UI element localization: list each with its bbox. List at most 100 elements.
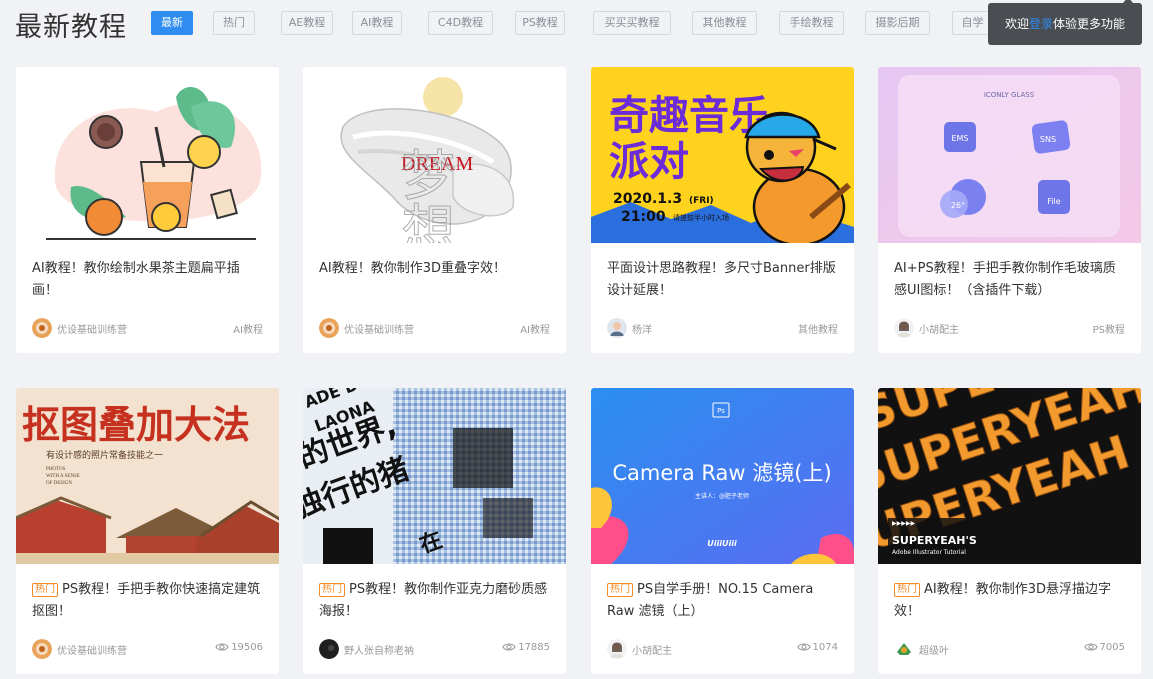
thumb-logo: UiiiUiii <box>707 539 737 548</box>
card-title[interactable]: 热门 AI教程！教你制作3D悬浮描边字效！ <box>894 579 1126 623</box>
thumb-sub: 有设计感的照片常备技能之一 <box>46 449 163 461</box>
author-name[interactable]: 优设基础训练营 <box>57 321 127 336</box>
view-count: 19506 <box>215 642 263 653</box>
card-title[interactable]: AI教程！教你制作3D重叠字效！ <box>319 258 551 302</box>
login-tip-suffix: 体验更多功能 <box>1053 17 1126 31</box>
login-tip-prefix: 欢迎 <box>1004 17 1029 31</box>
avatar[interactable] <box>32 318 52 338</box>
card-title-text[interactable]: PS教程！手把手教你快速搞定建筑抠图！ <box>32 582 260 619</box>
card-title[interactable]: 平面设计思路教程！多尺寸Banner排版设计延展！ <box>607 258 839 302</box>
hot-badge: 热门 <box>32 583 58 597</box>
tab-maimaimai[interactable]: 买买买教程 <box>593 11 671 35</box>
thumb-day: (FRI) <box>689 196 714 206</box>
thumb-note: 请提前半小时入场 <box>673 213 729 222</box>
thumb-headline: Camera Raw 滤镜(上) <box>612 461 831 485</box>
card-thumbnail[interactable]: ICONLY GLASS EMS SNS 26° File <box>878 67 1141 243</box>
card-thumbnail[interactable]: 奇趣音乐 派对 2020.1.3 (FRI) 21:00 请提前半小时入场 <box>591 67 854 243</box>
tutorial-card[interactable]: 奇趣音乐 派对 2020.1.3 (FRI) 21:00 请提前半小时入场 平面… <box>591 67 854 353</box>
thumb-en-3: OF DESIGN <box>46 481 72 486</box>
thumb-line1: 奇趣音乐 <box>609 93 769 139</box>
avatar[interactable] <box>32 639 52 659</box>
category-label[interactable]: 其他教程 <box>798 321 838 336</box>
avatar[interactable] <box>607 318 627 338</box>
author-name[interactable]: 小胡配主 <box>632 642 672 657</box>
tab-other[interactable]: 其他教程 <box>692 11 757 35</box>
tab-ae[interactable]: AE教程 <box>281 11 333 35</box>
tab-handdrawn[interactable]: 手绘教程 <box>779 11 844 35</box>
card-title[interactable]: AI教程！教你绘制水果茶主题扁平插画！ <box>32 258 264 302</box>
thumb-en-1: PHOTOS <box>46 467 66 472</box>
login-tooltip: 欢迎登录体验更多功能 <box>988 3 1142 45</box>
tutorial-card[interactable]: SUPERYEAH SUPERYEAH SUPERYEAH ▶▶▶▶▶ SUPE… <box>878 388 1141 674</box>
category-label[interactable]: PS教程 <box>1093 321 1125 336</box>
card-title-text[interactable]: PS教程！教你制作亚克力磨砂质感海报！ <box>319 582 547 619</box>
card-title-text[interactable]: AI教程！教你制作3D悬浮描边字效！ <box>894 582 1111 619</box>
view-count-value: 17885 <box>518 642 550 653</box>
eye-icon <box>1083 643 1098 651</box>
thumb-host: 主讲人：@肥子老师 <box>695 492 749 500</box>
page-title: 最新教程 <box>15 12 127 43</box>
tab-latest[interactable]: 最新 <box>151 11 193 35</box>
tutorial-card[interactable]: AI教程！教你绘制水果茶主题扁平插画！ 优设基础训练营 AI教程 <box>16 67 279 353</box>
tab-self-study[interactable]: 自学 <box>952 11 992 35</box>
thumb-time: 21:00 <box>621 209 666 225</box>
thumb-en-2: WITH A SENSE <box>46 474 80 479</box>
view-count: 1074 <box>796 642 838 653</box>
author-name[interactable]: 优设基础训练营 <box>57 642 127 657</box>
tab-hot[interactable]: 热门 <box>213 11 255 35</box>
card-title-text[interactable]: PS自学手册！NO.15 Camera Raw 滤镜（上） <box>607 582 813 619</box>
login-link[interactable]: 登录 <box>1029 17 1053 31</box>
thumb-ps: Ps <box>717 407 725 415</box>
avatar[interactable] <box>894 318 914 338</box>
tab-ps[interactable]: PS教程 <box>515 11 565 35</box>
tab-c4d[interactable]: C4D教程 <box>428 11 493 35</box>
card-title[interactable]: 热门 PS自学手册！NO.15 Camera Raw 滤镜（上） <box>607 579 839 623</box>
tab-photo[interactable]: 摄影后期 <box>865 11 930 35</box>
view-count: 17885 <box>502 642 550 653</box>
tab-ai[interactable]: AI教程 <box>352 11 402 35</box>
card-thumbnail[interactable] <box>16 67 279 243</box>
tutorial-card[interactable]: DREAM 梦想 AI教程！教你制作3D重叠字效！ 优设基础训练营 AI教程 <box>303 67 566 353</box>
thumb-icon-sns: SNS <box>1040 135 1056 144</box>
tutorial-card[interactable]: ICONLY GLASS EMS SNS 26° File AI+PS教程！手把… <box>878 67 1141 353</box>
card-thumbnail[interactable]: SUPERYEAH SUPERYEAH SUPERYEAH ▶▶▶▶▶ SUPE… <box>878 388 1141 564</box>
author-name[interactable]: 超级叶 <box>919 642 949 657</box>
avatar[interactable] <box>319 318 339 338</box>
tutorial-card[interactable]: 抠图叠加大法 有设计感的照片常备技能之一 PHOTOS WITH A SENSE… <box>16 388 279 674</box>
svg-text:▶▶▶▶▶: ▶▶▶▶▶ <box>892 520 915 527</box>
category-label[interactable]: AI教程 <box>520 321 550 336</box>
view-count-value: 7005 <box>1099 642 1125 653</box>
avatar[interactable] <box>319 639 339 659</box>
avatar[interactable] <box>894 639 914 659</box>
thumb-icon-file: File <box>1047 197 1060 206</box>
avatar[interactable] <box>607 639 627 659</box>
tutorial-card[interactable]: Ps Camera Raw 滤镜(上) 主讲人：@肥子老师 UiiiUiii 热… <box>591 388 854 674</box>
author-name[interactable]: 杨洋 <box>632 321 652 336</box>
thumb-icon-weather: 26° <box>951 201 965 210</box>
thumb-date: 2020.1.3 <box>613 191 682 207</box>
card-title[interactable]: 热门 PS教程！教你制作亚克力磨砂质感海报！ <box>319 579 551 623</box>
thumb-line2: 派对 <box>609 139 689 185</box>
card-thumbnail[interactable]: DREAM 梦想 <box>303 67 566 243</box>
card-thumbnail[interactable]: ADE D LAONA 的世界, 独行的猪 在 <box>303 388 566 564</box>
header: 最新教程 最新 热门 AE教程 AI教程 C4D教程 PS教程 买买买教程 其他… <box>15 0 1153 46</box>
card-thumbnail[interactable]: Ps Camera Raw 滤镜(上) 主讲人：@肥子老师 UiiiUiii <box>591 388 854 564</box>
eye-icon <box>796 643 811 651</box>
card-title[interactable]: AI+PS教程！手把手教你制作毛玻璃质感UI图标！（含插件下载） <box>894 258 1126 302</box>
view-count: 7005 <box>1083 642 1125 653</box>
hot-badge: 热门 <box>894 583 920 597</box>
eye-icon <box>502 643 516 651</box>
thumb-tag: SUPERYEAH'S <box>892 534 977 547</box>
category-label[interactable]: AI教程 <box>233 321 263 336</box>
card-title[interactable]: 热门 PS教程！手把手教你快速搞定建筑抠图！ <box>32 579 264 623</box>
thumb-icon-ems: EMS <box>951 134 968 143</box>
author-name[interactable]: 优设基础训练营 <box>344 321 414 336</box>
view-count-value: 1074 <box>812 642 838 653</box>
author-name[interactable]: 野人张自称老衲 <box>344 642 414 657</box>
eye-icon <box>215 643 229 651</box>
hot-badge: 热门 <box>607 583 633 597</box>
tutorial-card[interactable]: ADE D LAONA 的世界, 独行的猪 在 热门 PS教程！教你制作亚克力磨砂… <box>303 388 566 674</box>
thumb-headline: 抠图叠加大法 <box>22 402 250 447</box>
author-name[interactable]: 小胡配主 <box>919 321 959 336</box>
card-thumbnail[interactable]: 抠图叠加大法 有设计感的照片常备技能之一 PHOTOS WITH A SENSE… <box>16 388 279 564</box>
